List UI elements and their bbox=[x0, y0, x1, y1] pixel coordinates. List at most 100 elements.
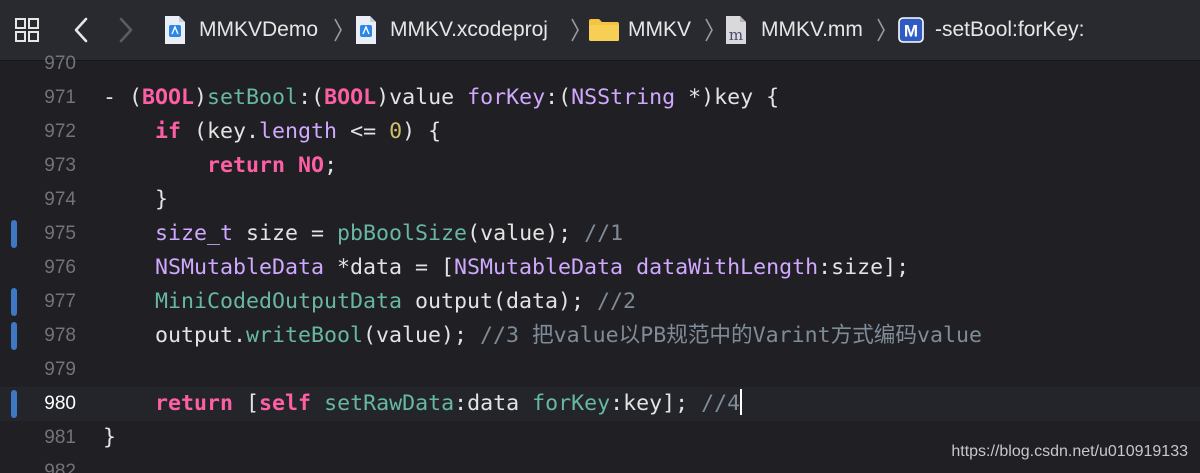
code-token: //4 bbox=[701, 391, 741, 416]
breadcrumb-separator-icon bbox=[876, 17, 886, 43]
line-number: 971 bbox=[44, 87, 76, 108]
line-number: 977 bbox=[44, 291, 76, 312]
code-line[interactable]: 979 bbox=[0, 353, 1200, 387]
code-token: return bbox=[207, 153, 286, 178]
line-number: 976 bbox=[44, 257, 76, 278]
code-token: <= bbox=[337, 119, 390, 144]
code-text[interactable]: } bbox=[103, 183, 168, 217]
line-number: 979 bbox=[44, 359, 76, 380]
method-icon: M bbox=[898, 17, 924, 49]
code-token: *)key { bbox=[675, 85, 780, 110]
code-token: size = bbox=[233, 221, 338, 246]
code-token: ) bbox=[194, 85, 208, 110]
code-token: :key]; bbox=[610, 391, 702, 416]
code-token: NSMutableData bbox=[155, 255, 325, 280]
code-line[interactable]: 971 - (BOOL)setBool:(BOOL)value forKey:(N… bbox=[0, 81, 1200, 115]
code-token: 0 bbox=[389, 119, 403, 144]
code-text[interactable]: return NO; bbox=[103, 149, 337, 183]
code-token: if bbox=[155, 119, 182, 144]
code-token: } bbox=[103, 425, 117, 450]
code-token: setBool bbox=[207, 85, 299, 110]
code-token: self bbox=[259, 391, 312, 416]
code-token: :data bbox=[454, 391, 533, 416]
text-cursor bbox=[740, 389, 743, 415]
code-token: } bbox=[103, 187, 169, 212]
related-items-grid-icon[interactable] bbox=[14, 17, 40, 43]
breadcrumb-separator-icon bbox=[704, 17, 714, 43]
code-text[interactable]: MiniCodedOutputData output(data); //2 bbox=[103, 285, 636, 319]
code-token: :size]; bbox=[818, 255, 910, 280]
code-token: pbBoolSize bbox=[337, 221, 468, 246]
code-token: (value); bbox=[363, 323, 481, 348]
code-token: setRawData bbox=[324, 391, 455, 416]
line-number: 981 bbox=[44, 427, 76, 448]
code-line[interactable]: 972 if (key.length <= 0) { bbox=[0, 115, 1200, 149]
code-token: return bbox=[155, 391, 234, 416]
code-text[interactable]: } bbox=[103, 421, 116, 455]
objc-source-file-icon: m bbox=[724, 15, 748, 51]
code-token: output(data); bbox=[402, 289, 598, 314]
svg-text:M: M bbox=[904, 22, 918, 41]
code-text[interactable]: return [self setRawData:data forKey:key]… bbox=[103, 387, 743, 421]
code-token: ; bbox=[324, 153, 338, 178]
svg-text:m: m bbox=[729, 26, 743, 44]
line-number: 982 bbox=[44, 461, 76, 473]
folder-icon bbox=[588, 18, 620, 48]
code-token: [ bbox=[233, 391, 260, 416]
code-line[interactable]: 978 output.writeBool(value); //3 把value以… bbox=[0, 319, 1200, 353]
line-number: 978 bbox=[44, 325, 76, 346]
code-token: forKey bbox=[532, 391, 611, 416]
code-text[interactable]: size_t size = pbBoolSize(value); //1 bbox=[103, 217, 623, 251]
code-line[interactable]: 973 return NO; bbox=[0, 149, 1200, 183]
code-text[interactable]: output.writeBool(value); //3 把value以PB规范… bbox=[103, 319, 982, 353]
breadcrumb-separator-icon bbox=[333, 17, 343, 43]
watermark: https://blog.csdn.net/u010919133 bbox=[951, 443, 1188, 460]
code-token: - ( bbox=[103, 85, 143, 110]
code-text[interactable]: NSMutableData *data = [NSMutableData dat… bbox=[103, 251, 909, 285]
line-number: 975 bbox=[44, 223, 76, 244]
code-line[interactable]: 970 bbox=[0, 47, 1200, 81]
line-number: 970 bbox=[44, 53, 76, 74]
code-line[interactable]: 980 return [self setRawData:data forKey:… bbox=[0, 387, 1200, 421]
code-token: length bbox=[259, 119, 338, 144]
line-number: 980 bbox=[44, 393, 76, 414]
code-token: :( bbox=[298, 85, 325, 110]
source-editor[interactable]: 970 971- (BOOL)setBool:(BOOL)value forKey… bbox=[0, 53, 1200, 473]
code-line[interactable]: 977 MiniCodedOutputData output(data); //… bbox=[0, 285, 1200, 319]
code-token: (key. bbox=[181, 119, 260, 144]
code-token: writeBool bbox=[246, 323, 364, 348]
code-token: BOOL bbox=[324, 85, 377, 110]
code-line[interactable]: 975 size_t size = pbBoolSize(value); //1 bbox=[0, 217, 1200, 251]
code-token: BOOL bbox=[142, 85, 195, 110]
code-text[interactable]: if (key.length <= 0) { bbox=[103, 115, 441, 149]
code-token: //2 bbox=[597, 289, 637, 314]
chevron-right-icon[interactable] bbox=[116, 16, 136, 44]
code-line[interactable]: 976 NSMutableData *data = [NSMutableData… bbox=[0, 251, 1200, 285]
code-line[interactable]: 974 } bbox=[0, 183, 1200, 217]
code-text[interactable]: - (BOOL)setBool:(BOOL)value forKey:(NSSt… bbox=[103, 81, 779, 115]
xcode-project-icon bbox=[163, 15, 187, 51]
line-number: 974 bbox=[44, 189, 76, 210]
code-token: NO bbox=[298, 153, 325, 178]
code-token: )value bbox=[376, 85, 468, 110]
breadcrumb-separator-icon bbox=[570, 17, 580, 43]
code-token: output. bbox=[103, 323, 247, 348]
chevron-left-icon[interactable] bbox=[71, 16, 91, 44]
code-token: NSMutableData bbox=[454, 255, 624, 280]
xcode-project-icon bbox=[354, 15, 378, 51]
xcode-window: MMKVDemo MMKV.xcodeproj MMKV m MMKV.mm M… bbox=[0, 0, 1200, 473]
code-token: dataWithLength bbox=[636, 255, 819, 280]
code-token: ) { bbox=[402, 119, 442, 144]
code-token: size_t bbox=[155, 221, 234, 246]
code-token: //1 bbox=[584, 221, 624, 246]
line-number: 972 bbox=[44, 121, 76, 142]
